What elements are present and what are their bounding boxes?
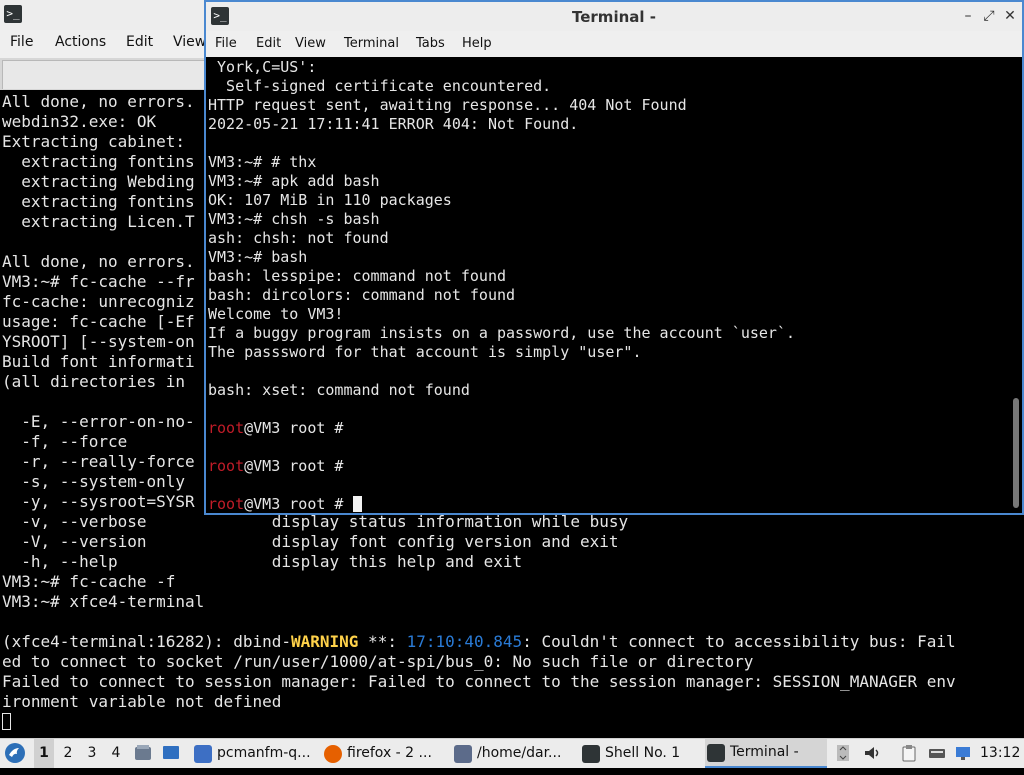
volume-icon[interactable] (863, 744, 881, 762)
desktop-button[interactable] (162, 739, 184, 768)
terminal-menubar: File Edit View Terminal Tabs Help (206, 31, 1022, 57)
text-editor-icon (454, 744, 472, 763)
terminal-cursor (352, 496, 362, 512)
maximize-icon[interactable]: ⤢ (980, 8, 998, 24)
clock[interactable]: 13:12 (980, 739, 1022, 768)
warning-message: : Couldn't connect to accessibility bus:… (522, 632, 956, 651)
menu-tabs[interactable]: Tabs (416, 36, 445, 51)
workspace-4[interactable]: 4 (106, 739, 126, 768)
prompt-user: root (208, 495, 245, 513)
terminal-window[interactable]: >_ Terminal - – ⤢ ✕ File Edit View Termi… (204, 0, 1024, 515)
warning-separator: **: (358, 632, 407, 651)
task-label: /home/dar... (477, 745, 562, 761)
task-shell[interactable]: Shell No. 1 (580, 739, 702, 768)
task-label: Terminal - (730, 744, 799, 760)
terminal-scrollbar[interactable] (1012, 62, 1020, 510)
terminal-output[interactable]: York,C=US': Self-signed certificate enco… (208, 58, 1008, 514)
menu-file[interactable]: File (215, 36, 237, 51)
close-icon[interactable]: ✕ (1001, 8, 1019, 24)
scrollbar-thumb[interactable] (1013, 398, 1019, 508)
keyboard-icon[interactable] (928, 744, 946, 762)
task-label: Shell No. 1 (605, 745, 681, 761)
workspace-1[interactable]: 1 (34, 739, 54, 768)
menu-edit[interactable]: Edit (256, 36, 281, 51)
menu-view[interactable]: View (295, 36, 326, 51)
prompt-host: @VM3 root # (244, 457, 353, 475)
menu-file[interactable]: File (10, 34, 33, 50)
minimize-icon[interactable]: – (959, 8, 977, 24)
output-lines-after: ed to connect to socket /run/user/1000/a… (2, 652, 956, 711)
task-scroll-icon[interactable] (834, 744, 852, 762)
menu-edit[interactable]: Edit (126, 34, 153, 50)
start-menu-icon (5, 743, 25, 763)
start-menu-button[interactable] (4, 739, 28, 768)
task-pcmanfm[interactable]: pcmanfm-q... (192, 739, 318, 768)
clipboard-icon[interactable] (900, 744, 918, 762)
terminal-icon (707, 743, 725, 762)
workspace-3[interactable]: 3 (82, 739, 102, 768)
terminal-icon: >_ (4, 5, 22, 23)
task-label: firefox - 2 ... (347, 745, 432, 761)
file-manager-launcher-icon (135, 745, 151, 760)
task-firefox[interactable]: firefox - 2 ... (322, 739, 448, 768)
terminal-cursor (2, 713, 11, 730)
show-desktop-button[interactable] (134, 739, 156, 768)
network-icon[interactable] (954, 744, 972, 762)
prompt-user: root (208, 419, 245, 437)
menu-view[interactable]: View (173, 34, 206, 50)
workspace-2[interactable]: 2 (58, 739, 78, 768)
window-title: Terminal - (572, 8, 656, 26)
prompt-host: @VM3 root # (244, 495, 353, 513)
output-lines: York,C=US': Self-signed certificate enco… (208, 58, 795, 399)
warning-label: WARNING (290, 632, 359, 651)
menu-actions[interactable]: Actions (55, 34, 106, 50)
prompt-user: root (208, 457, 245, 475)
folder-icon (194, 744, 212, 763)
background-terminal-tab[interactable] (2, 60, 207, 89)
task-label: pcmanfm-q... (217, 745, 311, 761)
task-terminal[interactable]: Terminal - (705, 739, 827, 768)
warning-prefix: (xfce4-terminal:16282): dbind- (2, 632, 291, 651)
prompt-host: @VM3 root # (244, 419, 353, 437)
menu-terminal[interactable]: Terminal (344, 36, 399, 51)
desktop-icon (163, 746, 179, 759)
warning-timestamp: 17:10:40.845 (406, 632, 523, 651)
firefox-icon (324, 744, 342, 763)
task-text-editor[interactable]: /home/dar... (452, 739, 576, 768)
menu-help[interactable]: Help (462, 36, 492, 51)
terminal-titlebar[interactable]: >_ Terminal - – ⤢ ✕ (206, 2, 1022, 31)
taskbar: 1 2 3 4 pcmanfm-q... firefox - 2 ... /ho… (0, 738, 1024, 768)
terminal-icon (582, 744, 600, 763)
